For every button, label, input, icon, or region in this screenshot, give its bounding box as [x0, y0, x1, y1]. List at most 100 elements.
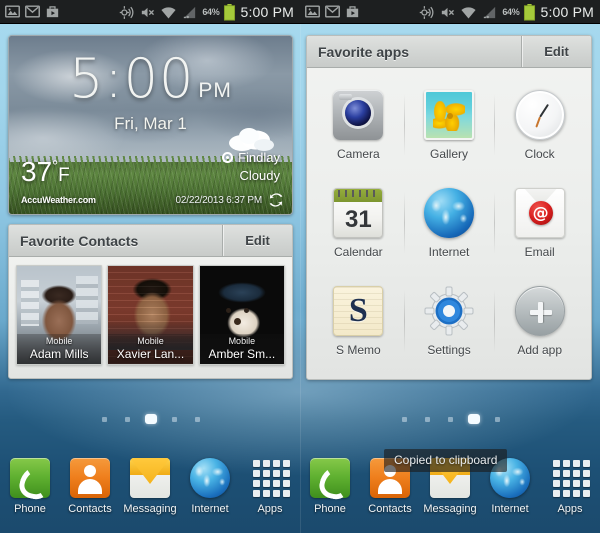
- dock-item-messaging[interactable]: Messaging: [122, 458, 178, 515]
- contact-number-type: Mobile: [137, 336, 164, 346]
- contact-card[interactable]: Mobile Amber Sm...: [198, 265, 285, 365]
- signal-icon: [484, 6, 496, 18]
- favorite-contacts-list: Mobile Adam Mills Mobile Xavier Lan... M…: [9, 257, 292, 373]
- favorite-contacts-edit-button[interactable]: Edit: [222, 225, 292, 256]
- dock-item-apps[interactable]: Apps: [242, 458, 298, 515]
- app-gallery[interactable]: Gallery: [403, 76, 495, 174]
- favorite-apps-edit-button[interactable]: Edit: [521, 36, 591, 67]
- image-icon: [5, 5, 20, 18]
- dock-item-contacts[interactable]: Contacts: [62, 458, 118, 515]
- apps-row: S Memo: [313, 272, 585, 370]
- mute-icon: [142, 7, 155, 17]
- page-dot[interactable]: [402, 416, 407, 422]
- favorite-apps-panel: Favorite apps Edit Camera Gallery Clock: [306, 35, 592, 380]
- favorite-apps-grid: Camera Gallery Clock 31 Calendar Interne…: [307, 68, 591, 376]
- page-dot[interactable]: [172, 416, 177, 422]
- weather-city: Findlay: [222, 150, 280, 165]
- app-calendar[interactable]: 31 Calendar: [313, 174, 404, 272]
- play-store-icon: [46, 6, 59, 18]
- dock-label: Internet: [491, 503, 529, 515]
- app-s-memo[interactable]: S Memo: [313, 272, 404, 370]
- globe-icon: [424, 187, 474, 238]
- email-icon: @: [514, 187, 565, 238]
- wifi-icon: [461, 6, 476, 19]
- page-dot[interactable]: [448, 416, 453, 422]
- dock-label: Messaging: [123, 503, 177, 515]
- status-system-icons-2: 64% 5:00 PM: [418, 0, 594, 24]
- contact-number-type: Mobile: [45, 336, 73, 346]
- app-label: Add app: [517, 342, 563, 357]
- apps-grid-icon: [550, 458, 590, 498]
- favorite-apps-title: Favorite apps: [318, 43, 410, 60]
- app-camera[interactable]: Camera: [313, 76, 404, 174]
- gallery-icon: [424, 89, 474, 140]
- battery-percent-label: 64%: [202, 7, 220, 17]
- weather-clock-widget[interactable]: 5:00 PM Fri, Mar 1 37°F AccuWeather.com F…: [8, 35, 293, 215]
- app-label: Camera: [336, 146, 380, 161]
- calendar-day-number: 31: [344, 206, 372, 233]
- messaging-icon: [130, 458, 170, 498]
- refresh-icon[interactable]: [268, 192, 284, 208]
- page-dot[interactable]: [102, 416, 107, 422]
- app-add-app[interactable]: Add app: [494, 272, 585, 370]
- contact-number-type: Mobile: [228, 336, 256, 346]
- dock-label: Phone: [14, 503, 46, 515]
- app-settings[interactable]: Settings: [403, 272, 495, 370]
- contact-label: Mobile Xavier Lan...: [108, 334, 193, 364]
- dock-item-phone[interactable]: Phone: [2, 458, 58, 515]
- widget-clock: 5:00 PM: [9, 52, 292, 106]
- nfc-icon: [420, 5, 434, 19]
- app-label: Settings: [427, 342, 471, 357]
- app-label: Gallery: [430, 146, 469, 161]
- nfc-icon: [120, 5, 134, 19]
- battery-icon: [524, 3, 536, 21]
- dock-label: Contacts: [68, 503, 112, 515]
- contact-label: Mobile Amber Sm...: [199, 334, 284, 364]
- page-indicator-left[interactable]: [102, 414, 200, 424]
- s-memo-icon: [333, 285, 384, 336]
- favorite-contacts-title: Favorite Contacts: [20, 232, 139, 249]
- signal-icon: [184, 6, 196, 18]
- page-dot-active[interactable]: [468, 414, 480, 424]
- page-dot[interactable]: [195, 416, 200, 422]
- contact-name: Xavier Lan...: [116, 347, 185, 361]
- weather-condition: Cloudy: [239, 168, 280, 183]
- app-label: Email: [524, 244, 555, 259]
- page-dot[interactable]: [495, 416, 500, 422]
- dock-item-phone[interactable]: Phone: [302, 458, 358, 515]
- status-notification-icons-2: [300, 3, 361, 20]
- contact-card[interactable]: Mobile Adam Mills: [16, 265, 103, 365]
- status-clock: 5:00 PM: [240, 4, 294, 20]
- dock-label: Messaging: [423, 503, 477, 515]
- page-dot-active[interactable]: [145, 414, 157, 424]
- widget-clock-time: 5:00: [69, 47, 195, 110]
- app-label: Internet: [428, 244, 470, 259]
- apps-row: 31 Calendar Internet @ Email: [313, 174, 585, 272]
- phone-icon: [10, 458, 50, 498]
- browser-icon: [190, 458, 230, 498]
- dock-item-internet[interactable]: Internet: [182, 458, 238, 515]
- cloud-icon: [229, 128, 274, 151]
- favorite-contacts-panel: Favorite Contacts Edit Mobile Adam Mills…: [8, 224, 293, 379]
- app-clock[interactable]: Clock: [494, 76, 585, 174]
- apps-grid-icon: [250, 458, 290, 498]
- image-icon: [305, 5, 320, 18]
- contact-card[interactable]: Mobile Xavier Lan...: [107, 265, 194, 365]
- page-dot[interactable]: [125, 416, 130, 422]
- clock-icon: [514, 89, 565, 140]
- play-store-icon: [346, 6, 359, 18]
- dock-item-apps[interactable]: Apps: [542, 458, 598, 515]
- page-dot[interactable]: [425, 416, 430, 422]
- app-internet[interactable]: Internet: [403, 174, 495, 272]
- toast-message: Copied to clipboard: [384, 449, 508, 472]
- weather-city-label: Findlay: [238, 150, 280, 165]
- app-label: Calendar: [333, 244, 383, 259]
- dock-label: Apps: [557, 503, 583, 515]
- phone-icon: [310, 458, 350, 498]
- calendar-rings: [338, 189, 379, 197]
- status-bar-right-half: 64% 5:00 PM: [300, 0, 600, 24]
- page-indicator-right[interactable]: [402, 414, 500, 424]
- battery-percent-label: 64%: [502, 7, 520, 17]
- app-email[interactable]: @ Email: [494, 174, 585, 272]
- weather-provider: AccuWeather.com: [21, 195, 96, 205]
